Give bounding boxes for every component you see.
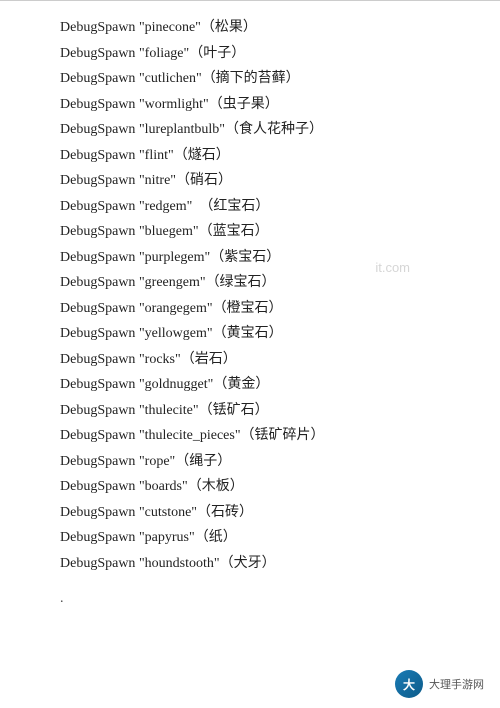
item-cn: （蓝宝石） [199,224,269,239]
item-cn: （铥矿碎片） [241,428,325,443]
command-label: DebugSpawn [60,326,139,341]
command-label: DebugSpawn [60,352,139,367]
list-item: DebugSpawn "cutstone"（石砖） [60,501,440,526]
command-label: DebugSpawn [60,530,139,545]
list-item: DebugSpawn "rocks"（岩石） [60,348,440,373]
list-item: DebugSpawn "bluegem"（蓝宝石） [60,220,440,245]
item-name: "yellowgem" [139,326,213,341]
command-label: DebugSpawn [60,250,139,265]
command-label: DebugSpawn [60,199,139,214]
list-item: DebugSpawn "boards"（木板） [60,475,440,500]
list-item: DebugSpawn "nitre"（硝石） [60,169,440,194]
item-cn: （铥矿石） [199,403,269,418]
item-cn: （紫宝石） [210,250,280,265]
item-name: "boards" [139,479,188,494]
item-name: "goldnugget" [139,377,213,392]
item-cn: （松果） [201,20,257,35]
item-name: "redgem" [139,199,192,214]
item-name: "houndstooth" [139,556,220,571]
command-label: DebugSpawn [60,46,139,61]
list-item: DebugSpawn "rope"（绳子） [60,450,440,475]
command-label: DebugSpawn [60,275,139,290]
item-cn: （硝石） [176,173,232,188]
command-label: DebugSpawn [60,505,139,520]
list-item: DebugSpawn "purplegem"（紫宝石） [60,246,440,271]
item-name: "papyrus" [139,530,195,545]
item-name: "orangegem" [139,301,213,316]
list-item: DebugSpawn "pinecone"（松果） [60,16,440,41]
logo-area: 大 大理手游网 [395,670,484,698]
command-label: DebugSpawn [60,556,139,571]
command-label: DebugSpawn [60,122,139,137]
list-item: DebugSpawn "thulecite"（铥矿石） [60,399,440,424]
list-item: DebugSpawn "goldnugget"（黄金） [60,373,440,398]
item-cn: （犬牙） [220,556,276,571]
item-name: "wormlight" [139,97,209,112]
item-cn: （石砖） [197,505,253,520]
item-name: "lureplantbulb" [139,122,225,137]
command-label: DebugSpawn [60,71,139,86]
list-item: DebugSpawn "flint"（燧石） [60,144,440,169]
item-name: "greengem" [139,275,206,290]
command-label: DebugSpawn [60,148,139,163]
item-cn: （岩石） [181,352,237,367]
content-area: DebugSpawn "pinecone"（松果）DebugSpawn "fol… [0,9,500,587]
command-label: DebugSpawn [60,454,139,469]
item-name: "cutstone" [139,505,197,520]
command-label: DebugSpawn [60,20,139,35]
list-item: DebugSpawn "redgem" （红宝石） [60,195,440,220]
list-item: DebugSpawn "lureplantbulb"（食人花种子） [60,118,440,143]
list-item: DebugSpawn "thulecite_pieces"（铥矿碎片） [60,424,440,449]
list-item: DebugSpawn "houndstooth"（犬牙） [60,552,440,577]
list-item: DebugSpawn "papyrus"（纸） [60,526,440,551]
item-name: "foliage" [139,46,189,61]
command-label: DebugSpawn [60,301,139,316]
list-item: DebugSpawn "greengem"（绿宝石） [60,271,440,296]
item-cn: （绿宝石） [206,275,276,290]
item-cn: （木板） [188,479,244,494]
item-cn: （黄金） [213,377,269,392]
list-item: DebugSpawn "orangegem"（橙宝石） [60,297,440,322]
command-label: DebugSpawn [60,479,139,494]
item-name: "cutlichen" [139,71,202,86]
item-cn: （摘下的苔藓） [202,71,300,86]
item-cn: （叶子） [189,46,245,61]
item-name: "bluegem" [139,224,199,239]
item-name: "pinecone" [139,20,201,35]
item-name: "rocks" [139,352,181,367]
item-cn: （虫子果） [209,97,279,112]
command-label: DebugSpawn [60,173,139,188]
item-cn: （食人花种子） [225,122,323,137]
command-label: DebugSpawn [60,97,139,112]
item-name: "thulecite_pieces" [139,428,241,443]
command-label: DebugSpawn [60,403,139,418]
command-label: DebugSpawn [60,428,139,443]
item-cn: （燧石） [174,148,230,163]
item-cn: （红宝石） [192,199,269,214]
logo-text: 大理手游网 [429,676,484,692]
bottom-dot: . [0,591,500,607]
item-cn: （黄宝石） [213,326,283,341]
list-item: DebugSpawn "foliage"（叶子） [60,42,440,67]
list-item: DebugSpawn "cutlichen"（摘下的苔藓） [60,67,440,92]
top-divider [0,0,500,1]
item-cn: （橙宝石） [213,301,283,316]
item-name: "rope" [139,454,175,469]
item-cn: （纸） [195,530,237,545]
command-label: DebugSpawn [60,377,139,392]
list-item: DebugSpawn "wormlight"（虫子果） [60,93,440,118]
item-cn: （绳子） [175,454,231,469]
command-label: DebugSpawn [60,224,139,239]
item-name: "purplegem" [139,250,210,265]
item-name: "nitre" [139,173,176,188]
item-name: "flint" [139,148,174,163]
item-name: "thulecite" [139,403,199,418]
logo-icon: 大 [395,670,423,698]
list-item: DebugSpawn "yellowgem"（黄宝石） [60,322,440,347]
